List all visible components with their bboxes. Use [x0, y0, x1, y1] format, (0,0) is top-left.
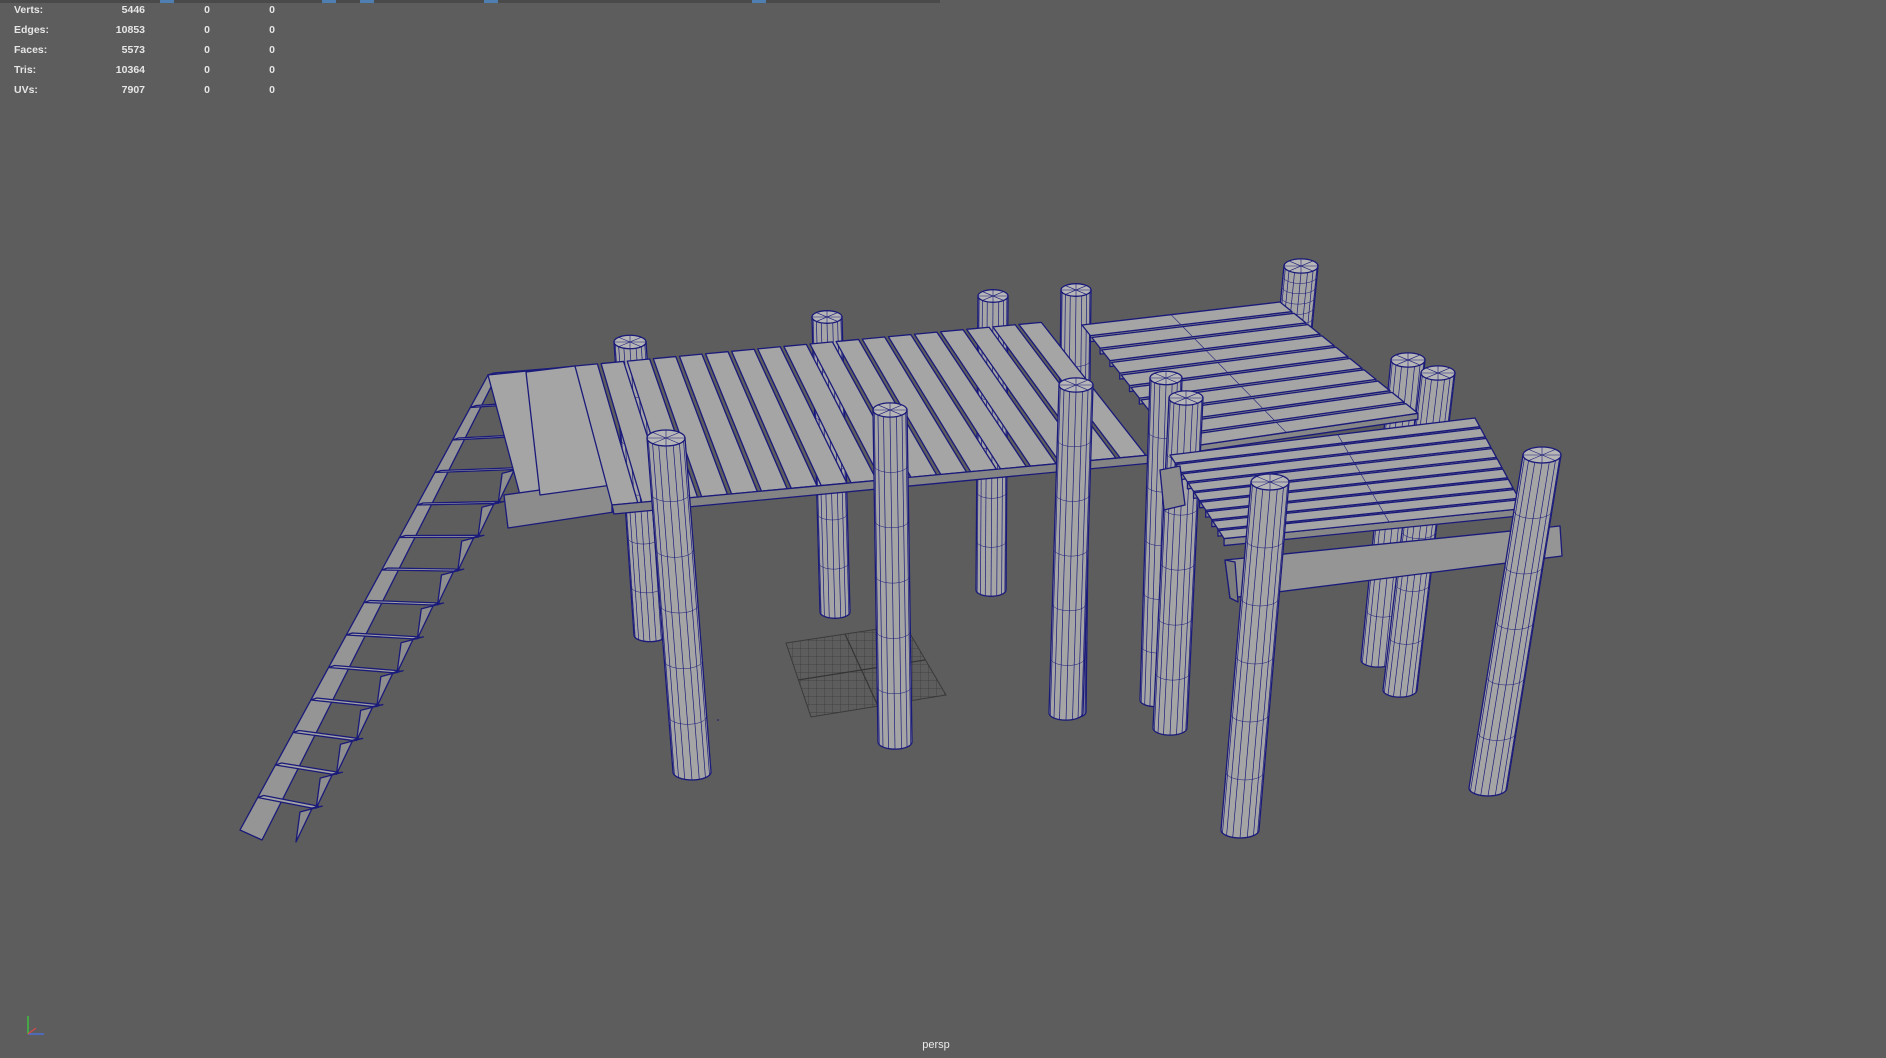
camera-name-label: persp [922, 1039, 950, 1051]
side-beam [1159, 465, 1186, 511]
hud-count-value: 10853 [115, 24, 145, 36]
hud-selected-value: 0 [204, 24, 210, 36]
viewport-persp[interactable]: Verts: 5446 0 0 Edges: 10853 0 0 Faces: 5573 0 0 Tri… [0, 0, 1886, 1058]
xyz-axis-icon [27, 1016, 44, 1035]
hud-row-label: Faces: [14, 44, 48, 56]
stair-riser [436, 568, 465, 606]
dock-mesh[interactable] [239, 258, 1563, 843]
hud-secondary-value: 0 [269, 4, 275, 16]
hud-count-value: 7907 [121, 84, 145, 96]
stair-riser [295, 805, 323, 843]
stair-riser [335, 737, 364, 775]
hud-secondary-value: 0 [269, 64, 275, 76]
hud-selected-value: 0 [204, 64, 210, 76]
hud-selected-value: 0 [204, 4, 210, 16]
stair-riser [416, 602, 445, 640]
stair-stringer-left [239, 374, 497, 841]
stair-tread [381, 567, 461, 572]
scene-canvas[interactable] [0, 0, 1886, 1058]
hud-count-value: 5573 [121, 44, 145, 56]
stair-riser [376, 670, 404, 708]
hud-selected-value: 0 [204, 44, 210, 56]
stair-tread [398, 534, 481, 539]
stair-riser [477, 500, 505, 538]
stair-riser [315, 771, 344, 809]
hud-row-label: Verts: [14, 4, 44, 16]
hud-count-value: 5446 [121, 4, 145, 16]
hud-secondary-value: 0 [269, 84, 275, 96]
stair-riser [457, 534, 485, 572]
hud-count-value: 10364 [115, 64, 145, 76]
hud-secondary-value: 0 [269, 24, 275, 36]
hud-selected-value: 0 [204, 84, 210, 96]
hud-row-label: UVs: [14, 84, 38, 96]
hud-secondary-value: 0 [269, 44, 275, 56]
ground-grid [785, 624, 947, 718]
hud-row-label: Tris: [14, 64, 37, 76]
stair-riser [396, 636, 424, 674]
hud-row-label: Edges: [14, 24, 50, 36]
stair-riser [355, 703, 384, 742]
